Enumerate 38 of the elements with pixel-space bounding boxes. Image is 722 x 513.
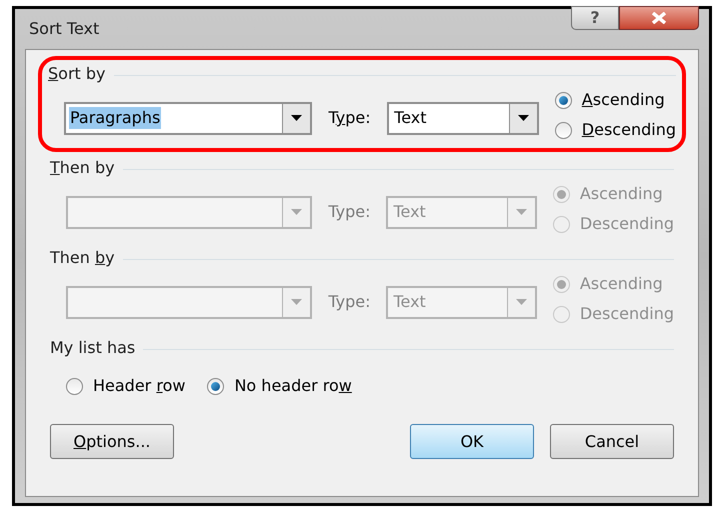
caret-icon	[291, 115, 302, 121]
section-label: My list has	[50, 337, 136, 359]
section-label: Sort by	[48, 63, 106, 85]
radio-label: No header row	[234, 375, 352, 397]
radio-button[interactable]	[554, 92, 572, 108]
caret-icon	[291, 209, 302, 215]
radio-label: Ascending	[580, 273, 663, 295]
dialog-button[interactable]: Cancel	[550, 424, 674, 459]
dropdown-value: Paragraphs	[69, 107, 162, 129]
caret-icon	[291, 299, 302, 305]
dropdown-value: Text	[393, 107, 428, 129]
radio-label: Ascending	[580, 183, 663, 205]
sort-field-dropdown[interactable]: Paragraphs	[64, 102, 312, 134]
radio-label: Descending	[580, 213, 674, 235]
caret-icon	[516, 299, 527, 305]
radio-button[interactable]	[207, 378, 224, 394]
dropdown-value: Text	[392, 291, 427, 313]
dialog-button[interactable]: OK	[410, 424, 534, 459]
radio-label: Descending	[582, 119, 676, 141]
radio-button[interactable]	[554, 122, 572, 138]
radio-label: Header row	[93, 375, 186, 397]
radio-label: Descending	[580, 303, 674, 325]
close-button[interactable]	[619, 6, 699, 30]
dropdown-value: Text	[392, 201, 427, 223]
radio-button[interactable]	[66, 378, 83, 394]
type-dropdown[interactable]: Text	[387, 102, 539, 134]
radio-label: Ascending	[582, 89, 665, 111]
close-icon	[651, 12, 667, 24]
section-label: Then by	[50, 247, 115, 269]
help-button[interactable]: ?	[571, 6, 619, 30]
type-label: Type:	[328, 201, 372, 223]
type-label: Type:	[328, 107, 372, 129]
section-label: Then by	[50, 157, 115, 179]
caret-icon	[516, 209, 527, 215]
dialog-button[interactable]: Options...	[50, 424, 174, 459]
window-title: Sort Text	[29, 18, 100, 40]
type-label: Type:	[328, 291, 372, 313]
caret-icon	[518, 115, 529, 121]
